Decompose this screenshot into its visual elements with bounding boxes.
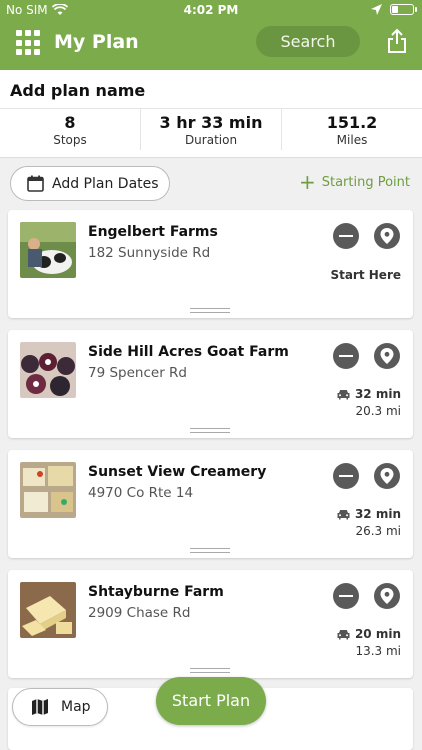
- plus-icon: +: [298, 170, 316, 194]
- stop-card[interactable]: Engelbert Farms 182 Sunnyside Rd Start H…: [8, 210, 413, 318]
- stop-address: 4970 Co Rte 14: [88, 485, 194, 501]
- car-icon: [337, 629, 350, 639]
- map-pin-button[interactable]: [374, 583, 400, 609]
- drag-handle[interactable]: [190, 548, 230, 553]
- stop-card[interactable]: Side Hill Acres Goat Farm 79 Spencer Rd …: [8, 330, 413, 438]
- drive-info: 32 min 26.3 mi: [337, 507, 401, 538]
- stat-value: 8: [64, 113, 76, 132]
- map-pin-icon: [380, 588, 394, 604]
- stop-card[interactable]: Sunset View Creamery 4970 Co Rte 14 32 m…: [8, 450, 413, 558]
- drag-handle[interactable]: [190, 668, 230, 673]
- add-plan-dates-button[interactable]: Add Plan Dates: [10, 166, 170, 201]
- car-icon: [337, 509, 350, 519]
- stop-name: Sunset View Creamery: [88, 464, 267, 480]
- start-plan-button[interactable]: Start Plan: [156, 677, 266, 725]
- stop-name: Side Hill Acres Goat Farm: [88, 344, 289, 360]
- drag-handle[interactable]: [190, 428, 230, 433]
- page-title: My Plan: [54, 31, 139, 53]
- drive-time: 20 min: [337, 627, 401, 641]
- stop-address: 2909 Chase Rd: [88, 605, 191, 621]
- drive-distance: 20.3 mi: [355, 404, 401, 418]
- drag-handle[interactable]: [190, 308, 230, 313]
- start-here-label: Start Here: [330, 268, 401, 282]
- stat-label: Stops: [53, 133, 87, 147]
- drive-info: 32 min 20.3 mi: [337, 387, 401, 418]
- stop-address: 182 Sunnyside Rd: [88, 245, 211, 261]
- drive-distance: 13.3 mi: [355, 644, 401, 658]
- stop-thumbnail: [20, 222, 76, 278]
- drive-time-value: 32 min: [354, 507, 401, 521]
- stat-label: Duration: [184, 133, 238, 147]
- grid-menu-icon[interactable]: [16, 30, 42, 56]
- stat-label: Miles: [336, 133, 368, 147]
- drive-distance: 26.3 mi: [355, 524, 401, 538]
- status-right: [371, 4, 417, 15]
- starting-point-label: Starting Point: [321, 174, 410, 190]
- drive-time: 32 min: [337, 507, 401, 521]
- plan-stats: 8 Stops 3 hr 33 min Duration 151.2 Miles: [0, 108, 422, 150]
- map-pin-icon: [380, 468, 394, 484]
- stat-value: 3 hr 33 min: [159, 113, 263, 132]
- drive-time: 32 min: [337, 387, 401, 401]
- remove-stop-button[interactable]: [333, 223, 359, 249]
- remove-stop-button[interactable]: [333, 463, 359, 489]
- nav-bar: My Plan Search: [0, 22, 422, 70]
- remove-stop-button[interactable]: [333, 343, 359, 369]
- add-plan-dates-label: Add Plan Dates: [52, 175, 159, 192]
- battery-icon: [390, 4, 417, 15]
- starting-point-button[interactable]: + Starting Point: [298, 170, 410, 194]
- plan-summary: Add plan name 8 Stops 3 hr 33 min Durati…: [0, 70, 422, 158]
- map-pin-button[interactable]: [374, 463, 400, 489]
- drive-time-value: 32 min: [354, 387, 401, 401]
- map-button[interactable]: Map: [12, 688, 108, 726]
- stop-card[interactable]: Shtayburne Farm 2909 Chase Rd 20 min 13.…: [8, 570, 413, 678]
- remove-stop-button[interactable]: [333, 583, 359, 609]
- stop-thumbnail: [20, 342, 76, 398]
- map-pin-button[interactable]: [374, 343, 400, 369]
- drive-time-value: 20 min: [354, 627, 401, 641]
- stop-address: 79 Spencer Rd: [88, 365, 187, 381]
- location-arrow-icon: [371, 4, 382, 15]
- stop-thumbnail: [20, 462, 76, 518]
- stat-miles: 151.2 Miles: [282, 109, 422, 150]
- drive-info: 20 min 13.3 mi: [337, 627, 401, 658]
- status-time: 4:02 PM: [183, 3, 239, 17]
- status-bar: No SIM 4:02 PM: [0, 0, 422, 22]
- stop-name: Shtayburne Farm: [88, 584, 224, 600]
- plan-name-field[interactable]: Add plan name: [10, 81, 145, 100]
- map-pin-icon: [380, 348, 394, 364]
- share-icon[interactable]: [386, 28, 408, 54]
- car-icon: [337, 389, 350, 399]
- stat-value: 151.2: [326, 113, 378, 132]
- stop-name: Engelbert Farms: [88, 224, 218, 240]
- search-button[interactable]: Search: [256, 26, 360, 57]
- map-button-label: Map: [61, 699, 91, 715]
- map-pin-icon: [380, 228, 394, 244]
- stat-stops: 8 Stops: [0, 109, 141, 150]
- map-pin-button[interactable]: [374, 223, 400, 249]
- stop-thumbnail: [20, 582, 76, 638]
- calendar-icon: [27, 175, 44, 192]
- stat-duration: 3 hr 33 min Duration: [141, 109, 282, 150]
- folded-map-icon: [32, 699, 48, 715]
